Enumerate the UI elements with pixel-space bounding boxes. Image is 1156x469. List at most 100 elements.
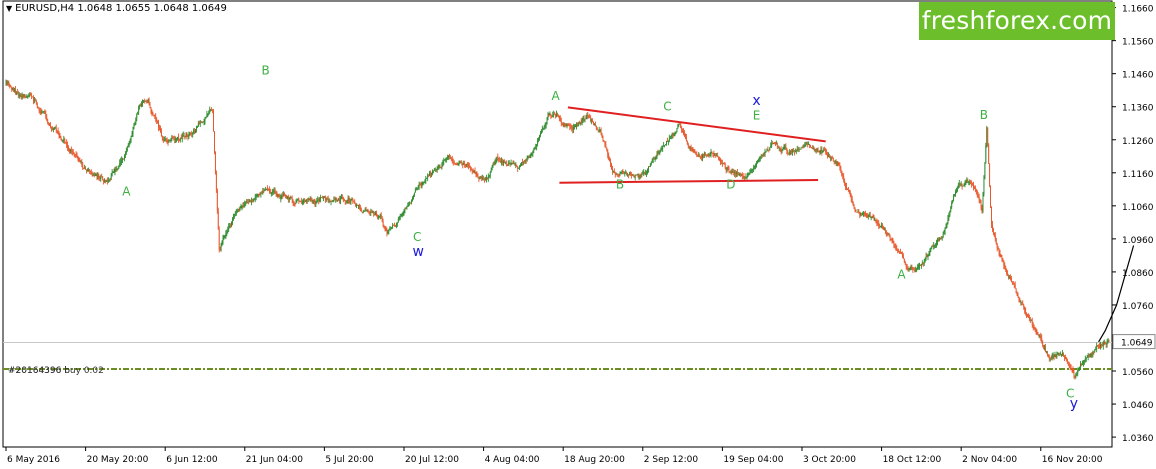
candle-body bbox=[533, 148, 535, 151]
candle-body bbox=[1082, 362, 1084, 364]
candle-body bbox=[1003, 261, 1005, 266]
candle-body bbox=[121, 159, 123, 162]
candle-body bbox=[289, 197, 291, 198]
wave-label-2: C bbox=[413, 230, 421, 244]
candle-body bbox=[930, 248, 932, 250]
candle-body bbox=[386, 229, 388, 234]
candle-body bbox=[908, 268, 910, 270]
candle-body bbox=[596, 129, 598, 130]
candle-body bbox=[579, 122, 581, 125]
candle-body bbox=[598, 130, 600, 132]
candle-body bbox=[273, 190, 275, 192]
candle-body bbox=[174, 138, 176, 141]
candle-body bbox=[7, 82, 9, 83]
candle-body bbox=[698, 155, 700, 157]
candle-body bbox=[57, 130, 59, 133]
candle-body bbox=[1063, 353, 1064, 357]
candle-body bbox=[384, 227, 386, 230]
candle-body bbox=[185, 133, 187, 137]
candle-body bbox=[760, 155, 762, 157]
candle-body bbox=[469, 166, 471, 169]
candle-body bbox=[619, 172, 621, 175]
candle-body bbox=[896, 248, 898, 251]
candle-body bbox=[933, 245, 935, 247]
candle-body bbox=[965, 181, 967, 184]
candle-body bbox=[502, 160, 503, 164]
candle-body bbox=[187, 135, 189, 137]
candle-body bbox=[495, 159, 497, 163]
candle-body bbox=[927, 255, 929, 257]
candle-body bbox=[625, 172, 627, 173]
candle-body bbox=[282, 194, 284, 196]
candle-body bbox=[1064, 356, 1065, 358]
candle-body bbox=[42, 111, 44, 113]
candle-body bbox=[624, 172, 626, 174]
price-chart[interactable]: BACwAC xEB DABCy 1.16601.15601.14601.13601… bbox=[0, 0, 1156, 469]
candle-body bbox=[763, 154, 765, 155]
candle-body bbox=[576, 124, 577, 127]
x-tick-label-1: 20 May 20:00 bbox=[87, 455, 149, 465]
candle-body bbox=[354, 201, 356, 204]
candle-body bbox=[481, 176, 483, 179]
candle-body bbox=[852, 201, 854, 206]
candle-body bbox=[222, 238, 224, 242]
candle-body bbox=[256, 195, 258, 196]
candle-body bbox=[220, 245, 222, 250]
candle-body bbox=[544, 125, 546, 127]
candle-body bbox=[836, 162, 838, 164]
candle-body bbox=[536, 144, 538, 147]
candle-body bbox=[848, 190, 850, 193]
candle-body bbox=[218, 229, 220, 249]
candle-body bbox=[1055, 354, 1057, 357]
candle-body bbox=[468, 166, 470, 167]
candle-body bbox=[39, 110, 41, 112]
candle-body bbox=[124, 152, 126, 156]
candle-body bbox=[964, 183, 966, 185]
candle-body bbox=[549, 113, 551, 116]
chart-menu-arrow-icon[interactable]: ▼ bbox=[6, 4, 12, 13]
candle-body bbox=[1098, 345, 1100, 347]
candle-body bbox=[756, 163, 757, 165]
candle-body bbox=[312, 200, 314, 202]
candle-body bbox=[1014, 284, 1016, 289]
candle-body bbox=[178, 137, 179, 140]
candle-body bbox=[169, 140, 171, 142]
candle-body bbox=[95, 174, 97, 176]
candle-body bbox=[639, 176, 641, 178]
candle-body bbox=[435, 168, 437, 171]
candle-body bbox=[1068, 362, 1070, 366]
wave-label-11: B bbox=[980, 108, 988, 122]
candle-body bbox=[288, 197, 290, 200]
candle-body bbox=[575, 126, 576, 127]
candle-body bbox=[31, 95, 33, 97]
candle-body bbox=[584, 118, 586, 120]
candle-body bbox=[268, 188, 269, 190]
candle-body bbox=[488, 176, 490, 178]
candle-body bbox=[98, 175, 100, 178]
candle-body bbox=[629, 174, 630, 175]
candle-body bbox=[825, 149, 827, 152]
candle-body bbox=[869, 214, 871, 218]
candle-body bbox=[1067, 361, 1069, 363]
candle-body bbox=[51, 126, 52, 129]
candle-body bbox=[995, 238, 997, 244]
candle-body bbox=[509, 163, 511, 164]
candle-body bbox=[785, 146, 787, 149]
candle-body bbox=[809, 144, 811, 146]
candle-body bbox=[274, 190, 276, 193]
candle-body bbox=[22, 95, 24, 97]
candle-body bbox=[1052, 355, 1054, 357]
candle-body bbox=[70, 149, 72, 152]
candle-body bbox=[980, 202, 982, 208]
candle-body bbox=[552, 115, 554, 117]
candle-body bbox=[131, 133, 133, 137]
candle-body bbox=[324, 196, 326, 200]
candle-body bbox=[936, 242, 937, 245]
candle-body bbox=[916, 268, 918, 270]
candle-body bbox=[319, 198, 321, 201]
candle-body bbox=[332, 200, 334, 202]
candle-body bbox=[853, 205, 855, 209]
candle-body bbox=[889, 236, 891, 240]
candle-body bbox=[568, 124, 570, 126]
candle-body bbox=[373, 211, 375, 214]
